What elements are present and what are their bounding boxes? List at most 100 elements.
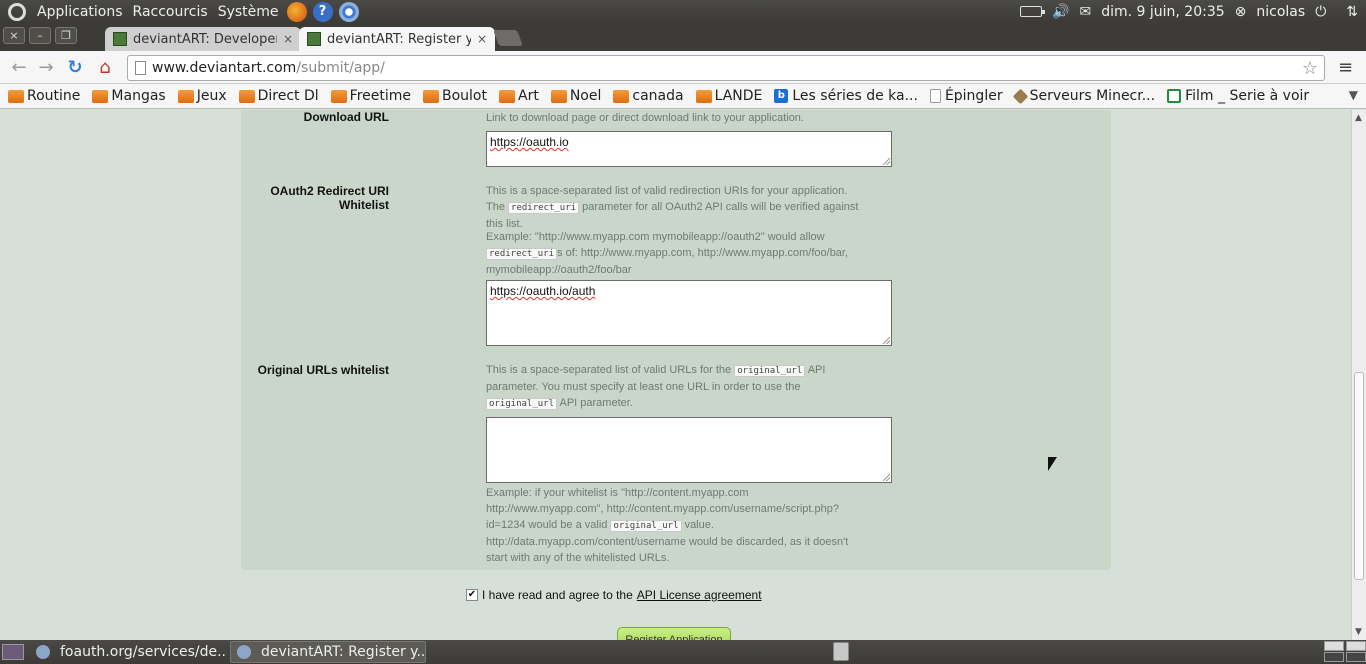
folder-icon: [423, 89, 439, 103]
help-launcher-icon[interactable]: ?: [312, 1, 333, 22]
download-url-value: https://oauth.io: [490, 135, 569, 149]
register-application-button[interactable]: Register Application: [617, 627, 731, 640]
api-license-link[interactable]: API License agreement: [637, 588, 762, 602]
tab-strip: × – ❐ deviantART: Developers × deviantAR…: [0, 23, 1366, 51]
deviantart-favicon-icon: [307, 32, 321, 46]
code-redirect-uri: redirect_uri: [508, 202, 580, 214]
sheet-icon: [1167, 89, 1182, 103]
page-scrollbar[interactable]: ▲ ▼: [1351, 110, 1366, 640]
chromium-launcher-icon[interactable]: [338, 1, 359, 22]
license-agree-row: ✔ I have read and agree to the API Licen…: [466, 588, 762, 602]
bookmark-film-serie[interactable]: Film _ Serie à voir: [1167, 88, 1309, 104]
resize-grip-icon[interactable]: [883, 337, 890, 344]
chrome-menu-icon[interactable]: ≡: [1338, 57, 1354, 78]
download-url-help: Link to download page or direct download…: [486, 112, 804, 124]
redirect-uri-value: https://oauth.io/auth: [490, 284, 596, 298]
bookmark-star-icon[interactable]: ☆: [1302, 58, 1318, 79]
page-viewport: Download URL Link to download page or di…: [0, 110, 1351, 640]
scroll-down-icon[interactable]: ▼: [1355, 627, 1362, 637]
b-icon: b: [774, 89, 789, 103]
tab-register[interactable]: deviantART: Register yo ×: [299, 27, 495, 51]
tab-title: deviantART: Developers: [133, 31, 277, 47]
bookmark-les-series[interactable]: b Les séries de ka...: [774, 88, 918, 104]
redirect-uri-help: This is a space-separated list of valid …: [486, 185, 859, 230]
page-icon: [929, 89, 941, 103]
bookmark-freetime[interactable]: Freetime: [330, 88, 411, 104]
bookmarks-bar: Routine Mangas Jeux Direct Dl Freetime B…: [0, 84, 1366, 109]
download-url-field[interactable]: https://oauth.io: [486, 131, 892, 167]
forward-icon[interactable]: →: [35, 57, 57, 79]
taskbar-item-foauth[interactable]: foauth.org/services/de...: [30, 641, 226, 663]
tab-developers[interactable]: deviantART: Developers ×: [105, 27, 301, 51]
network-icon[interactable]: ⇅: [1346, 4, 1358, 20]
redirect-uri-label: OAuth2 Redirect URI Whitelist: [270, 184, 389, 212]
code-original-url: original_url: [610, 520, 682, 532]
menu-systeme[interactable]: Système: [213, 4, 284, 20]
workspace-1[interactable]: [1324, 641, 1344, 651]
download-url-label: Download URL: [303, 110, 389, 124]
menu-applications[interactable]: Applications: [32, 4, 128, 20]
folder-icon: [550, 89, 567, 103]
address-bar[interactable]: www.deviantart.com /submit/app/ ☆: [127, 55, 1325, 81]
reload-icon[interactable]: ↻: [64, 57, 86, 79]
scroll-thumb[interactable]: [1354, 372, 1364, 580]
mail-icon[interactable]: ✉: [1079, 4, 1091, 20]
user-name[interactable]: nicolas: [1256, 4, 1305, 20]
browser-toolbar: ← → ↻ ⌂ www.deviantart.com /submit/app/ …: [0, 51, 1366, 84]
bookmark-boulot[interactable]: Boulot: [423, 88, 487, 104]
scroll-up-icon[interactable]: ▲: [1355, 113, 1362, 123]
bookmark-serveurs-minecraft[interactable]: Serveurs Minecr...: [1012, 88, 1155, 104]
volume-icon[interactable]: 🔊: [1052, 4, 1069, 20]
workspace-4[interactable]: [1346, 652, 1366, 662]
window-minimize-button[interactable]: –: [29, 27, 51, 44]
redirect-uri-example: Example: "http://www.myapp.com mymobilea…: [486, 231, 849, 276]
bookmarks-overflow-icon[interactable]: ▼: [1349, 88, 1358, 102]
bookmark-jeux[interactable]: Jeux: [177, 88, 227, 104]
bookmark-noel[interactable]: Noel: [550, 88, 601, 104]
window-close-button[interactable]: ×: [3, 27, 25, 44]
bookmark-epingler[interactable]: Épingler: [929, 88, 1003, 104]
tab-title: deviantART: Register yo: [327, 31, 471, 47]
chromium-icon: [36, 645, 50, 659]
trash-icon[interactable]: [833, 642, 849, 661]
original-urls-field[interactable]: [486, 417, 892, 483]
menu-raccourcis[interactable]: Raccourcis: [128, 4, 213, 20]
workspace-2[interactable]: [1346, 641, 1366, 651]
app-form-panel: Download URL Link to download page or di…: [241, 110, 1111, 570]
folder-icon: [330, 89, 347, 103]
original-urls-help: This is a space-separated list of valid …: [486, 364, 826, 410]
home-icon[interactable]: ⌂: [94, 57, 116, 79]
ubuntu-logo-icon[interactable]: [8, 2, 26, 21]
battery-icon[interactable]: [1020, 6, 1046, 17]
user-status-icon[interactable]: ⊗: [1235, 4, 1247, 20]
license-checkbox[interactable]: ✔: [466, 589, 478, 601]
original-urls-example: Example: if your whitelist is "http://co…: [486, 487, 849, 564]
show-desktop-icon[interactable]: [2, 644, 24, 660]
taskbar-item-deviantart[interactable]: deviantART: Register y...: [230, 641, 426, 663]
workspace-3[interactable]: [1324, 652, 1344, 662]
url-path: /submit/app/: [296, 60, 385, 76]
firefox-launcher-icon[interactable]: [286, 1, 307, 22]
clock[interactable]: dim. 9 juin, 20:35: [1101, 4, 1224, 20]
bookmark-art[interactable]: Art: [499, 88, 539, 104]
window-restore-button[interactable]: ❐: [55, 27, 77, 44]
redirect-uri-field[interactable]: https://oauth.io/auth: [486, 280, 892, 346]
page-icon: [135, 61, 146, 75]
tab-close-icon[interactable]: ×: [283, 32, 293, 46]
tab-close-icon[interactable]: ×: [477, 32, 487, 46]
bookmark-canada[interactable]: canada: [613, 88, 684, 104]
folder-icon: [695, 89, 712, 103]
bookmark-lande[interactable]: LANDE: [695, 88, 762, 104]
resize-grip-icon[interactable]: [883, 158, 890, 165]
back-icon[interactable]: ←: [8, 57, 30, 79]
bookmark-mangas[interactable]: Mangas: [92, 88, 166, 104]
bookmark-direct-dl[interactable]: Direct Dl: [238, 88, 319, 104]
power-icon[interactable]: ⏻: [1315, 4, 1326, 20]
workspace-switcher: [1324, 641, 1366, 662]
folder-icon: [8, 89, 24, 103]
chromium-icon: [237, 645, 251, 659]
resize-grip-icon[interactable]: [883, 474, 890, 481]
folder-icon: [177, 89, 194, 103]
bookmark-routine[interactable]: Routine: [8, 88, 80, 104]
folder-icon: [238, 89, 255, 103]
